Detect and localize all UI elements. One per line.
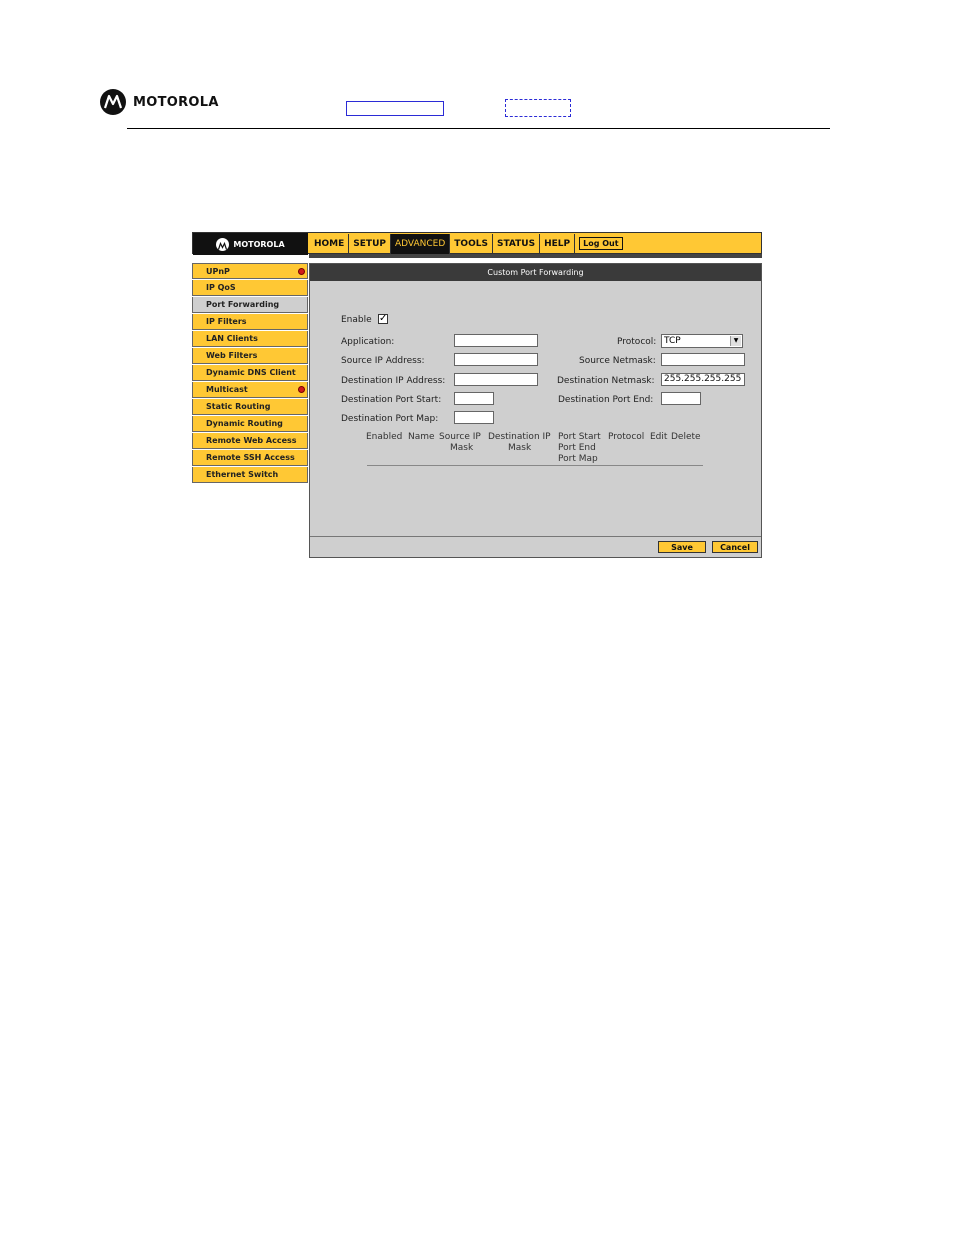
sidebar-item-label: Dynamic Routing <box>206 419 283 428</box>
col-port-map: Port Map <box>558 454 598 464</box>
sidebar: UPnP IP QoS Port Forwarding IP Filters L… <box>192 263 308 484</box>
sidebar-item-label: UPnP <box>206 267 230 276</box>
destination-port-start-input[interactable] <box>454 392 494 405</box>
destination-port-map-input[interactable] <box>454 411 494 424</box>
router-ui-screenshot: MOTOROLA HOME SETUP ADVANCED TOOLS STATU… <box>192 232 762 558</box>
checkmark-icon: ✓ <box>379 313 388 324</box>
col-protocol: Protocol <box>608 432 645 442</box>
col-edit: Edit <box>650 432 668 442</box>
sidebar-item-label: Port Forwarding <box>206 300 280 309</box>
protocol-select[interactable]: TCP ▼ <box>661 334 743 348</box>
port-forwarding-panel: Custom Port Forwarding Enable ✓ Applicat… <box>309 263 762 558</box>
sidebar-item-ethernet-switch[interactable]: Ethernet Switch <box>192 467 308 483</box>
header-divider <box>127 128 830 129</box>
destination-ip-input[interactable] <box>454 373 538 386</box>
col-source-ip: Source IP <box>439 432 481 442</box>
save-button[interactable]: Save <box>658 541 706 553</box>
sidebar-item-port-forwarding[interactable]: Port Forwarding <box>192 297 308 313</box>
col-port-start: Port Start <box>558 432 601 442</box>
sidebar-item-ip-qos[interactable]: IP QoS <box>192 280 308 296</box>
nav-tools[interactable]: TOOLS <box>450 234 493 254</box>
protocol-value: TCP <box>664 336 681 346</box>
motorola-logo: MOTOROLA <box>100 89 219 115</box>
sidebar-item-label: IP QoS <box>206 283 236 292</box>
source-netmask-input[interactable] <box>661 353 745 366</box>
sidebar-item-multicast[interactable]: Multicast <box>192 382 308 398</box>
sidebar-item-upnp[interactable]: UPnP <box>192 263 308 279</box>
destination-port-end-label: Destination Port End: <box>558 395 654 405</box>
sidebar-item-static-routing[interactable]: Static Routing <box>192 399 308 415</box>
destination-port-start-label: Destination Port Start: <box>341 395 442 405</box>
nav-advanced[interactable]: ADVANCED <box>390 234 451 254</box>
nav-help[interactable]: HELP <box>540 234 576 254</box>
source-netmask-label: Source Netmask: <box>579 356 656 366</box>
col-destination-mask: Mask <box>508 443 532 453</box>
main-nav: HOME SETUP ADVANCED TOOLS STATUS HELP Lo… <box>310 234 623 254</box>
col-delete: Delete <box>671 432 701 442</box>
sidebar-item-label: IP Filters <box>206 317 247 326</box>
col-source-mask: Mask <box>450 443 474 453</box>
sidebar-item-label: Remote SSH Access <box>206 453 295 462</box>
application-label: Application: <box>341 337 395 347</box>
col-destination-ip: Destination IP <box>488 432 551 442</box>
panel-footer: Save Cancel <box>310 536 761 557</box>
application-input[interactable] <box>454 334 538 347</box>
col-enabled: Enabled <box>366 432 403 442</box>
destination-port-map-label: Destination Port Map: <box>341 414 439 424</box>
sidebar-item-lan-clients[interactable]: LAN Clients <box>192 331 308 347</box>
sidebar-item-label: Ethernet Switch <box>206 470 279 479</box>
motorola-emblem-icon <box>100 89 126 115</box>
enable-label: Enable <box>341 315 372 325</box>
sidebar-item-remote-ssh-access[interactable]: Remote SSH Access <box>192 450 308 466</box>
sidebar-item-label: Remote Web Access <box>206 436 297 445</box>
app-logo: MOTOROLA <box>193 233 308 255</box>
alert-icon <box>298 386 305 393</box>
col-name: Name <box>408 432 435 442</box>
source-ip-label: Source IP Address: <box>341 356 425 366</box>
destination-netmask-label: Destination Netmask: <box>557 376 655 386</box>
sidebar-item-dynamic-dns[interactable]: Dynamic DNS Client <box>192 365 308 381</box>
header-dashed-box[interactable] <box>505 99 571 117</box>
nav-setup[interactable]: SETUP <box>349 234 391 254</box>
app-logo-wordmark: MOTOROLA <box>233 239 285 249</box>
col-port-end: Port End <box>558 443 596 453</box>
sidebar-item-label: Dynamic DNS Client <box>206 368 296 377</box>
alert-icon <box>298 268 305 275</box>
source-ip-input[interactable] <box>454 353 538 366</box>
sidebar-item-label: Static Routing <box>206 402 271 411</box>
protocol-label: Protocol: <box>617 337 657 347</box>
panel-title: Custom Port Forwarding <box>310 264 761 281</box>
sidebar-item-label: Web Filters <box>206 351 258 360</box>
destination-netmask-input[interactable]: 255.255.255.255 <box>661 373 745 386</box>
sidebar-item-dynamic-routing[interactable]: Dynamic Routing <box>192 416 308 432</box>
destination-port-end-input[interactable] <box>661 392 701 405</box>
top-navigation-bar: MOTOROLA HOME SETUP ADVANCED TOOLS STATU… <box>192 232 762 255</box>
sidebar-item-ip-filters[interactable]: IP Filters <box>192 314 308 330</box>
nav-home[interactable]: HOME <box>310 234 350 254</box>
sidebar-item-label: LAN Clients <box>206 334 258 343</box>
sidebar-item-remote-web-access[interactable]: Remote Web Access <box>192 433 308 449</box>
nav-status[interactable]: STATUS <box>493 234 541 254</box>
destination-ip-label: Destination IP Address: <box>341 376 446 386</box>
motorola-wordmark: MOTOROLA <box>133 94 219 110</box>
header-link-box[interactable] <box>346 101 444 116</box>
enable-checkbox[interactable]: ✓ <box>378 314 388 324</box>
chevron-down-icon[interactable]: ▼ <box>730 336 741 346</box>
sidebar-item-label: Multicast <box>206 385 248 394</box>
sidebar-item-web-filters[interactable]: Web Filters <box>192 348 308 364</box>
document-header: MOTOROLA <box>0 0 954 140</box>
logout-button[interactable]: Log Out <box>579 237 623 250</box>
cancel-button[interactable]: Cancel <box>712 541 758 553</box>
app-logo-emblem-icon <box>216 237 230 251</box>
table-divider <box>367 465 703 466</box>
